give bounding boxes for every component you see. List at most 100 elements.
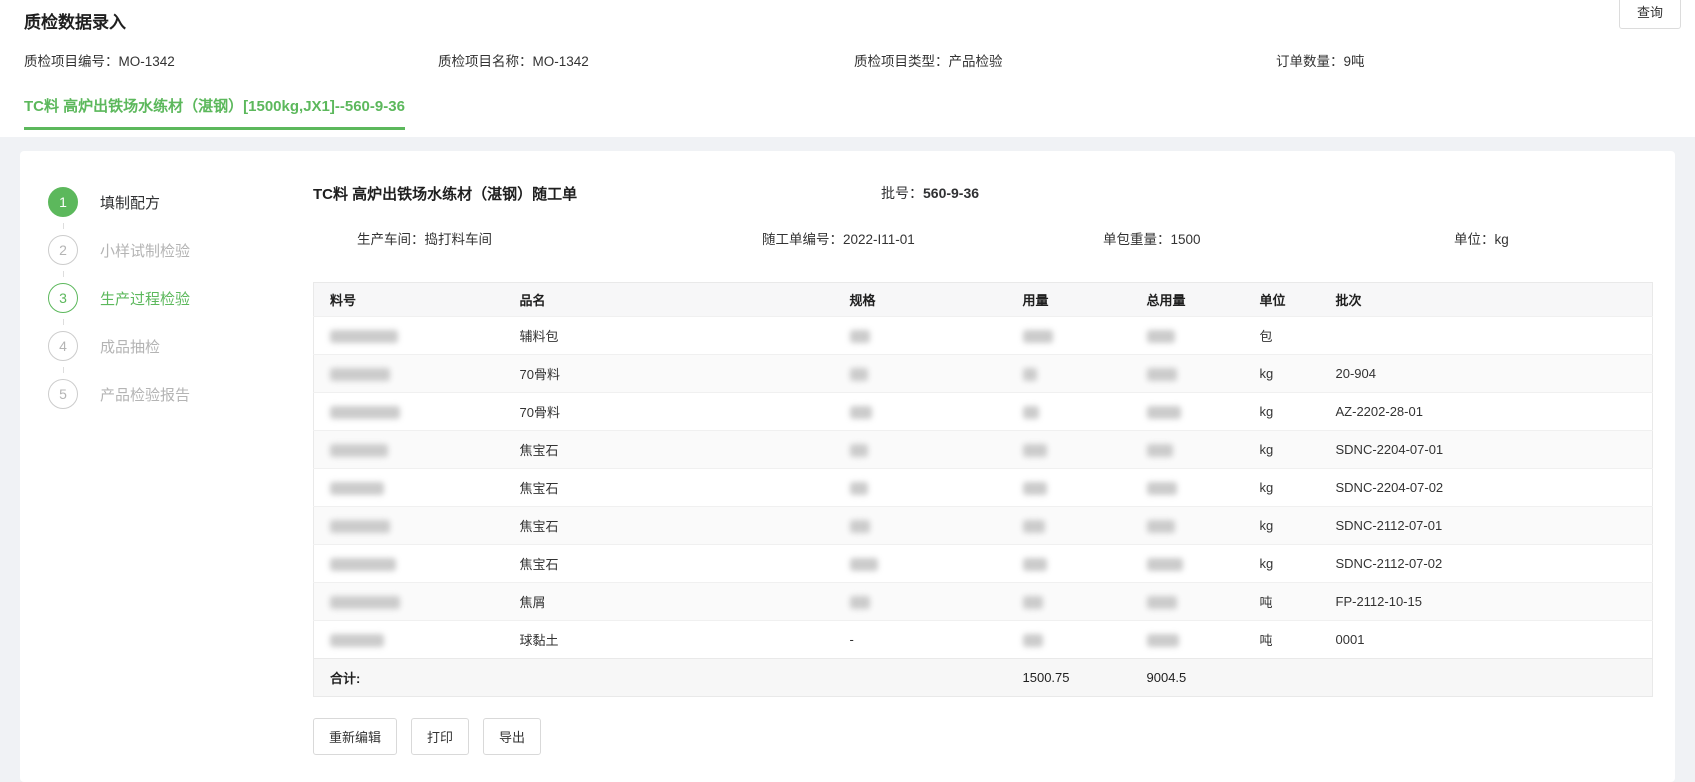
cell-material-no xyxy=(314,583,504,621)
cell-batch: SDNC-2112-07-01 xyxy=(1320,507,1653,545)
step-circle: 1 xyxy=(48,187,78,217)
meta-value: 1500 xyxy=(1171,232,1201,247)
cell-name: 焦宝石 xyxy=(504,545,834,583)
step-product-inspection-report[interactable]: 5 产品检验报告 xyxy=(48,379,285,409)
query-button[interactable]: 查询 xyxy=(1619,0,1681,29)
cell-material-no xyxy=(314,507,504,545)
redacted-value xyxy=(1147,558,1183,571)
cell-spec xyxy=(834,393,1007,431)
redacted-value xyxy=(1147,596,1177,609)
cell-usage xyxy=(1007,393,1131,431)
redacted-value xyxy=(1147,406,1181,419)
work-order-panel: TC料 高炉出铁场水练材（湛钢）随工单 批号：560-9-36 生产车间：捣打料… xyxy=(285,151,1675,782)
sum-label: 合计: xyxy=(314,659,1007,697)
cell-total xyxy=(1131,317,1244,355)
redacted-value xyxy=(1023,596,1043,609)
cell-total xyxy=(1131,545,1244,583)
redacted-value xyxy=(330,482,384,495)
print-button[interactable]: 打印 xyxy=(411,718,469,755)
meta-package-weight: 单包重量：1500 xyxy=(1103,228,1454,248)
step-sample-trial-inspection[interactable]: 2 小样试制检验 xyxy=(48,235,285,265)
table-row: 70骨料kgAZ-2202-28-01 xyxy=(314,393,1653,431)
redacted-value xyxy=(330,596,400,609)
tab-work-order[interactable]: TC料 高炉出铁场水练材（湛钢）[1500kg,JX1]--560-9-36 xyxy=(24,95,405,130)
cell-unit: 吨 xyxy=(1244,621,1320,659)
step-production-process-inspection[interactable]: 3 生产过程检验 xyxy=(48,283,285,313)
tab-bar: TC料 高炉出铁场水练材（湛钢）[1500kg,JX1]--560-9-36 xyxy=(24,95,1671,130)
table-footer: 合计: 1500.75 9004.5 xyxy=(314,659,1653,697)
cell-name: 焦宝石 xyxy=(504,507,834,545)
cell-total xyxy=(1131,469,1244,507)
info-label: 质检项目类型： xyxy=(854,54,949,69)
cell-batch: SDNC-2204-07-01 xyxy=(1320,431,1653,469)
export-button[interactable]: 导出 xyxy=(483,718,541,755)
redacted-value xyxy=(330,368,390,381)
cell-batch: FP-2112-10-15 xyxy=(1320,583,1653,621)
cell-name: 焦屑 xyxy=(504,583,834,621)
materials-table: 料号 品名 规格 用量 总用量 单位 批次 辅料包包70骨料kg20-90470… xyxy=(313,282,1653,697)
redacted-value xyxy=(850,596,870,609)
step-circle: 5 xyxy=(48,379,78,409)
content-card: 1 填制配方 2 小样试制检验 3 生产过程检验 4 成品抽检 5 产品检验报告 xyxy=(20,151,1675,782)
step-finished-product-sampling[interactable]: 4 成品抽检 xyxy=(48,331,285,361)
work-order-meta: 生产车间：捣打料车间 随工单编号：2022-I11-01 单包重量：1500 单… xyxy=(313,228,1653,248)
step-connector xyxy=(63,223,64,229)
step-label: 生产过程检验 xyxy=(100,288,190,309)
cell-unit: kg xyxy=(1244,507,1320,545)
info-value: 产品检验 xyxy=(949,54,1003,69)
project-info-row: 质检项目编号：MO-1342 质检项目名称：MO-1342 质检项目类型：产品检… xyxy=(24,50,1671,70)
cell-name: 球黏土 xyxy=(504,621,834,659)
redacted-value xyxy=(1147,444,1173,457)
step-label: 填制配方 xyxy=(100,192,160,213)
redacted-value xyxy=(1147,482,1177,495)
cell-material-no xyxy=(314,431,504,469)
cell-material-no xyxy=(314,317,504,355)
batch-no: 批号：560-9-36 xyxy=(881,183,979,203)
table-row: 焦宝石kgSDNC-2204-07-02 xyxy=(314,469,1653,507)
cell-batch: SDNC-2204-07-02 xyxy=(1320,469,1653,507)
cell-unit: 包 xyxy=(1244,317,1320,355)
cell-unit: kg xyxy=(1244,431,1320,469)
re-edit-button[interactable]: 重新编辑 xyxy=(313,718,397,755)
sum-empty xyxy=(1244,659,1320,697)
cell-spec: - xyxy=(834,621,1007,659)
cell-usage xyxy=(1007,469,1131,507)
cell-material-no xyxy=(314,469,504,507)
cell-material-no xyxy=(314,355,504,393)
info-project-name: 质检项目名称：MO-1342 xyxy=(438,50,854,70)
step-connector xyxy=(63,367,64,373)
info-label: 订单数量： xyxy=(1276,54,1344,69)
col-name: 品名 xyxy=(504,283,834,317)
table-row: 焦宝石 kgSDNC-2112-07-01 xyxy=(314,507,1653,545)
redacted-value xyxy=(1147,634,1179,647)
cell-unit: kg xyxy=(1244,469,1320,507)
redacted-value xyxy=(1147,330,1175,343)
redacted-value xyxy=(850,520,870,533)
redacted-value xyxy=(850,444,868,457)
table-row: 焦宝石kgSDNC-2112-07-02 xyxy=(314,545,1653,583)
cell-name: 70骨料 xyxy=(504,393,834,431)
meta-value: 捣打料车间 xyxy=(425,232,493,247)
step-fill-recipe[interactable]: 1 填制配方 xyxy=(48,187,285,217)
sum-row: 合计: 1500.75 9004.5 xyxy=(314,659,1653,697)
cell-spec xyxy=(834,431,1007,469)
table-header: 料号 品名 规格 用量 总用量 单位 批次 xyxy=(314,283,1653,317)
cell-spec xyxy=(834,469,1007,507)
redacted-value xyxy=(1023,444,1047,457)
cell-total xyxy=(1131,393,1244,431)
cell-spec xyxy=(834,583,1007,621)
redacted-value xyxy=(330,520,390,533)
redacted-value xyxy=(850,482,868,495)
meta-label: 生产车间： xyxy=(357,232,425,247)
meta-label: 单包重量： xyxy=(1103,232,1171,247)
redacted-value xyxy=(1023,558,1047,571)
redacted-value xyxy=(330,444,388,457)
cell-total xyxy=(1131,507,1244,545)
redacted-value xyxy=(850,330,870,343)
table-row: 70骨料kg20-904 xyxy=(314,355,1653,393)
redacted-value xyxy=(1147,368,1177,381)
meta-value: kg xyxy=(1495,232,1509,247)
info-value: 9吨 xyxy=(1344,54,1365,69)
cell-spec xyxy=(834,507,1007,545)
meta-label: 随工单编号： xyxy=(762,232,843,247)
